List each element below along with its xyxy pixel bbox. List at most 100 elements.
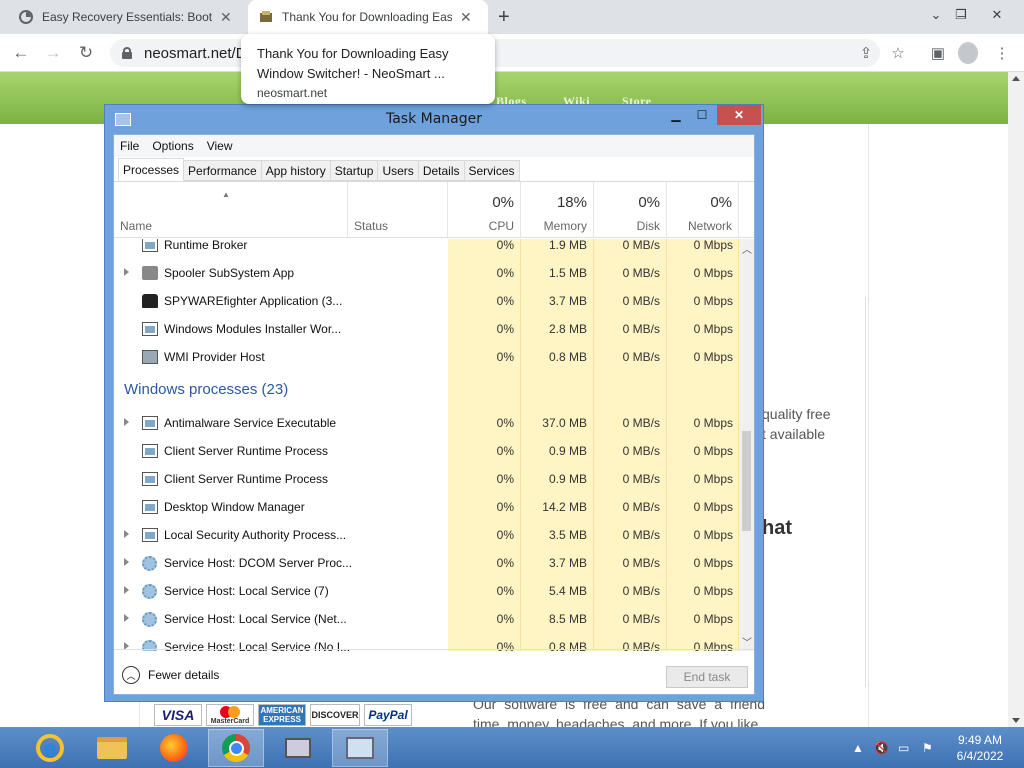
expand-arrow-icon[interactable] — [124, 530, 129, 538]
system-clock[interactable]: 9:49 AM 6/4/2022 — [950, 732, 1010, 764]
neosmart-icon — [18, 9, 34, 25]
expand-arrow-icon[interactable] — [124, 268, 129, 276]
sort-caret-icon: ▲ — [222, 190, 230, 199]
process-row[interactable]: Runtime Broker 0% 1.9 MB 0 MB/s 0 Mbps — [114, 239, 739, 259]
process-row[interactable]: Service Host: DCOM Server Proc... 0% 3.7 M… — [114, 549, 739, 577]
tab-startup[interactable]: Startup — [330, 160, 379, 181]
internet-explorer-icon[interactable]: e — [22, 729, 78, 767]
network-icon[interactable]: ▭ — [898, 727, 909, 768]
menu-options[interactable]: Options — [152, 139, 193, 153]
file-explorer-icon[interactable] — [84, 729, 140, 767]
discover-logo: DISCOVER — [310, 704, 360, 726]
process-network: 0 Mbps — [693, 322, 733, 336]
scroll-up-icon[interactable] — [1012, 76, 1020, 81]
tab-services[interactable]: Services — [464, 160, 520, 181]
menu-view[interactable]: View — [207, 139, 233, 153]
process-name: Service Host: DCOM Server Proc... — [164, 556, 353, 570]
column-cpu[interactable]: 0% CPU — [448, 182, 521, 238]
expand-arrow-icon[interactable] — [124, 558, 129, 566]
back-arrow-icon[interactable]: ← — [10, 42, 32, 64]
process-row[interactable]: Local Security Authority Process... 0% 3.5… — [114, 521, 739, 549]
tab-details[interactable]: Details — [418, 160, 465, 181]
process-memory: 1.5 MB — [548, 266, 587, 280]
action-center-icon[interactable]: ⚑ — [922, 727, 933, 768]
share-icon[interactable]: ⇪ — [856, 43, 876, 63]
tm-maximize-button[interactable]: ☐ — [689, 105, 715, 125]
process-list-scrollbar[interactable]: ︿ ﹀ — [739, 239, 754, 651]
expand-arrow-icon[interactable] — [124, 418, 129, 426]
process-cpu: 0% — [496, 239, 514, 252]
fewer-details-button[interactable]: ︿ Fewer details — [122, 666, 219, 684]
new-tab-button[interactable]: + — [498, 6, 510, 29]
process-row[interactable]: Windows Modules Installer Wor... 0% 2.8 MB… — [114, 315, 739, 343]
process-disk: 0 MB/s — [622, 444, 660, 458]
process-name: SPYWAREfighter Application (3... — [164, 294, 343, 308]
process-row[interactable]: Desktop Window Manager 0% 14.2 MB 0 MB/s 0 M… — [114, 493, 739, 521]
browser-scrollbar[interactable] — [1008, 72, 1024, 727]
expand-arrow-icon[interactable] — [124, 614, 129, 622]
menu-kebab-icon[interactable]: ⋮ — [992, 43, 1012, 63]
process-memory: 14.2 MB — [542, 500, 587, 514]
task-manager-icon[interactable] — [332, 729, 388, 767]
tm-close-button[interactable]: ✕ — [717, 105, 761, 125]
process-network: 0 Mbps — [693, 528, 733, 542]
process-row[interactable]: Service Host: Local Service (7) 0% 5.4 MB 0… — [114, 577, 739, 605]
show-hidden-icons-icon[interactable]: ▲ — [852, 727, 864, 768]
menu-file[interactable]: File — [120, 139, 139, 153]
end-task-button[interactable]: End task — [666, 666, 748, 688]
process-row[interactable]: Client Server Runtime Process 0% 0.9 MB 0 M… — [114, 437, 739, 465]
process-disk: 0 MB/s — [622, 528, 660, 542]
payment-logos: VISA MasterCard AMERICAN EXPRESS DISCOVE… — [154, 704, 412, 726]
tab-app-history[interactable]: App history — [261, 160, 331, 181]
process-row[interactable]: Client Server Runtime Process 0% 0.9 MB 0 M… — [114, 465, 739, 493]
process-memory: 37.0 MB — [542, 416, 587, 430]
tm-minimize-button[interactable]: ▁ — [663, 105, 689, 125]
address-bar[interactable]: neosmart.net/D — [110, 39, 880, 67]
scroll-down-chevron-icon[interactable]: ﹀ — [742, 634, 752, 649]
spy-icon — [142, 294, 158, 308]
side-panel-icon[interactable]: ▣ — [928, 43, 948, 63]
close-tab-icon[interactable]: ✕ — [460, 9, 472, 26]
this-pc-icon[interactable] — [270, 729, 326, 767]
group-header-windows-processes[interactable]: Windows processes (23) — [114, 371, 739, 405]
forward-arrow-icon[interactable]: → — [42, 42, 64, 64]
task-manager-window: Task Manager ▁ ☐ ✕ File Options View Pro… — [104, 104, 764, 702]
chrome-icon[interactable] — [208, 729, 264, 767]
firefox-icon[interactable] — [146, 729, 202, 767]
column-network[interactable]: 0% Network — [667, 182, 739, 238]
browser-tab-recovery[interactable]: Easy Recovery Essentials: Bootab ✕ — [8, 0, 246, 34]
process-row[interactable]: Service Host: Local Service (Net... 0% 8.5… — [114, 605, 739, 633]
close-browser-button[interactable]: ✕ — [980, 0, 1014, 30]
windows-taskbar: e ▲ 🔇 ▭ ⚑ 9:49 AM 6/4/2022 — [0, 727, 1024, 768]
process-cpu: 0% — [496, 444, 514, 458]
process-row[interactable]: Spooler SubSystem App 0% 1.5 MB 0 MB/s 0 Mbp… — [114, 259, 739, 287]
scroll-up-chevron-icon[interactable]: ︿ — [742, 241, 752, 256]
process-name: Runtime Broker — [164, 239, 248, 252]
process-row[interactable]: WMI Provider Host 0% 0.8 MB 0 MB/s 0 Mbps — [114, 343, 739, 371]
column-memory[interactable]: 18% Memory — [521, 182, 594, 238]
bookmark-star-icon[interactable]: ☆ — [888, 43, 908, 63]
scrollbar-thumb[interactable] — [742, 431, 751, 531]
tab-performance[interactable]: Performance — [184, 160, 262, 181]
window-icon — [142, 500, 158, 514]
profile-avatar-icon[interactable] — [958, 42, 978, 64]
column-disk[interactable]: 0% Disk — [594, 182, 667, 238]
speaker-muted-icon[interactable]: 🔇 — [874, 727, 889, 768]
column-name[interactable]: ▲ Name — [114, 182, 348, 238]
tab-title: Easy Recovery Essentials: Bootab — [42, 10, 212, 24]
tab-processes[interactable]: Processes — [118, 158, 185, 181]
task-manager-titlebar[interactable]: Task Manager ▁ ☐ ✕ — [105, 105, 763, 133]
restore-button[interactable]: ❐ — [944, 0, 978, 30]
expand-arrow-icon[interactable] — [124, 586, 129, 594]
hover-card-title-2: Window Switcher! - NeoSmart ... — [257, 66, 445, 81]
scroll-down-icon[interactable] — [1012, 718, 1020, 723]
clock-date: 6/4/2022 — [956, 749, 1004, 763]
browser-tab-thank-you[interactable]: Thank You for Downloading Easy ✕ — [248, 0, 488, 34]
tm-tab-bar: Processes Performance App history Startu… — [118, 158, 520, 181]
reload-icon[interactable]: ↻ — [75, 42, 97, 64]
tab-users[interactable]: Users — [378, 160, 419, 181]
process-row[interactable]: SPYWAREfighter Application (3... 0% 3.7 MB… — [114, 287, 739, 315]
close-tab-icon[interactable]: ✕ — [220, 9, 232, 26]
column-status[interactable]: Status — [348, 182, 448, 238]
process-row[interactable]: Antimalware Service Executable 0% 37.0 MB 0… — [114, 409, 739, 437]
